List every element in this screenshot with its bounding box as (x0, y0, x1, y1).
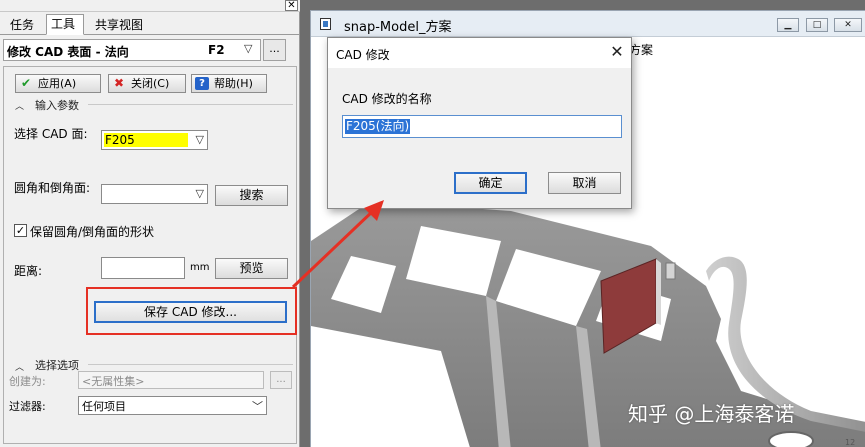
chevron-down-icon: ▽ (195, 133, 204, 146)
dialog-titlebar: CAD 修改 ✕ (328, 38, 631, 68)
cancel-button[interactable]: 取消 (548, 172, 621, 194)
distance-label: 距离: (14, 264, 43, 278)
create-as-more-button[interactable]: ... (270, 371, 292, 389)
modification-name-value: F205(法向) (345, 119, 411, 134)
selected-face-edge (656, 259, 661, 325)
window-close-button[interactable]: ✕ (834, 18, 862, 32)
model-hole (768, 431, 814, 447)
tool-panel: ✕ 任务 工具 共享视图 修改 CAD 表面 - 法向 F2 ▽ ... ✔ 应… (0, 0, 300, 447)
document-icon (320, 18, 331, 30)
modification-name-label: CAD 修改的名称 (342, 92, 432, 106)
fillet-select[interactable]: ▽ (101, 184, 208, 204)
section-divider (88, 104, 293, 105)
ok-button[interactable]: 确定 (454, 172, 527, 194)
help-button-label: 帮助(H) (214, 77, 253, 90)
tool-selector-value: 修改 CAD 表面 - 法向 (7, 45, 129, 59)
panel-tabs: 任务 工具 共享视图 (0, 13, 300, 35)
tool-selector-combo[interactable]: 修改 CAD 表面 - 法向 F2 ▽ (3, 39, 261, 61)
preview-button[interactable]: 预览 (215, 258, 288, 279)
select-options-header: 选择选项 (35, 359, 79, 372)
panel-header-strip (0, 0, 300, 12)
apply-button-label: 应用(A) (38, 77, 77, 90)
chevron-down-icon: ▽ (195, 187, 204, 200)
create-as-field[interactable]: <无属性集> (78, 371, 264, 389)
tab-tasks[interactable]: 任务 (5, 15, 39, 35)
collapse-caret-icon[interactable]: ︿ (15, 99, 24, 112)
watermark-text: 知乎 @上海泰客诺 (628, 402, 795, 426)
cad-face-value: F205 (105, 133, 135, 147)
tab-shared-views[interactable]: 共享视图 (90, 15, 148, 35)
create-as-value: <无属性集> (82, 375, 145, 388)
keep-shape-checkbox[interactable]: ✓ (14, 224, 27, 237)
modification-name-input[interactable]: F205(法向) (342, 115, 622, 138)
filter-select[interactable]: 任何项目 ﹀ (78, 396, 267, 415)
apply-button[interactable]: ✔ 应用(A) (15, 74, 101, 93)
model-window-title: snap-Model_方案 (344, 20, 452, 35)
help-icon: ? (195, 77, 209, 90)
cad-face-label: 选择 CAD 面: (14, 127, 88, 141)
maximize-button[interactable]: □ (806, 18, 828, 32)
tool-shortcut: F2 (208, 43, 225, 57)
panel-close-button[interactable]: ✕ (285, 0, 298, 11)
help-button[interactable]: ? 帮助(H) (191, 74, 267, 93)
create-as-label: 创建为: (9, 375, 46, 388)
input-params-header: 输入参数 (35, 99, 79, 112)
model-window-titlebar: snap-Model_方案 ▁ □ ✕ (311, 11, 865, 37)
checkmark-icon: ✔ (20, 76, 32, 90)
dialog-close-button[interactable]: ✕ (607, 43, 627, 63)
cad-modification-dialog: CAD 修改 ✕ CAD 修改的名称 F205(法向) 确定 取消 (327, 37, 632, 209)
chevron-down-icon: ▽ (244, 42, 253, 55)
model-boss (665, 262, 676, 280)
model-window-caption: 方案 (629, 43, 654, 57)
close-button[interactable]: ✖ 关闭(C) (108, 74, 186, 93)
distance-unit: mm (190, 262, 210, 273)
cad-face-select[interactable]: F205 ▽ (101, 130, 208, 150)
keep-shape-label: 保留圆角/倒角面的形状 (30, 225, 155, 239)
distance-input[interactable] (101, 257, 185, 279)
filter-value: 任何项目 (82, 400, 126, 413)
dialog-title: CAD 修改 (336, 48, 390, 62)
search-button[interactable]: 搜索 (215, 185, 288, 206)
x-icon: ✖ (113, 76, 125, 90)
save-cad-modification-button[interactable]: 保存 CAD 修改... (94, 301, 287, 323)
tab-tools[interactable]: 工具 (46, 14, 84, 35)
tool-more-button[interactable]: ... (263, 39, 286, 61)
section-divider (88, 364, 293, 365)
collapse-caret-icon[interactable]: ︿ (15, 360, 24, 373)
fillet-label: 圆角和倒角面: (14, 181, 91, 195)
chevron-down-icon: ﹀ (252, 400, 263, 413)
close-button-label: 关闭(C) (131, 77, 170, 90)
filter-label: 过滤器: (9, 400, 46, 413)
corner-indicator: 12 (845, 438, 856, 447)
minimize-button[interactable]: ▁ (777, 18, 799, 32)
